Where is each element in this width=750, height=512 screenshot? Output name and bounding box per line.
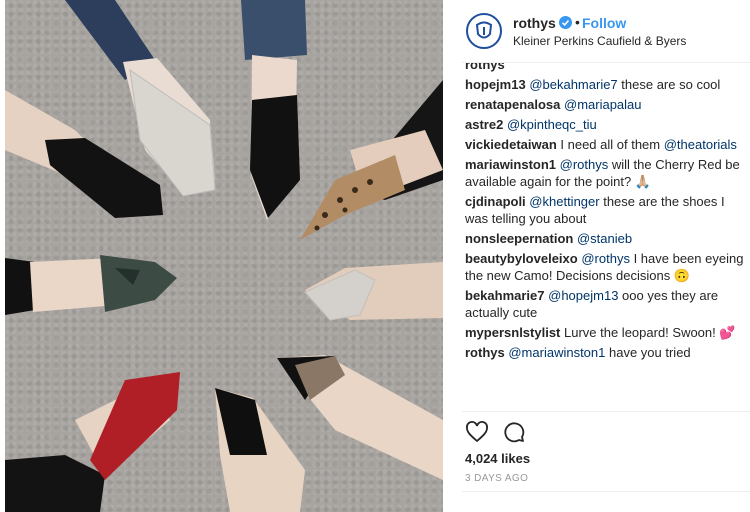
comment: beautybyloveleixo @rothys I have been ey… [465,250,745,284]
username-link[interactable]: rothys [513,15,556,31]
comment-text: these are so cool [617,77,721,92]
comment-username[interactable]: mypersnlstylist [465,325,560,340]
comment-mention[interactable]: @bekahmarie7 [529,77,617,92]
comment: nonsleepernation @stanieb [465,230,745,247]
comment: mariawinston1 @rothys will the Cherry Re… [465,156,745,190]
comment-username[interactable]: rothys [465,345,505,360]
divider [462,491,750,492]
separator-dot: • [575,14,580,30]
comment-mention[interactable]: @mariapalau [564,97,642,112]
profile-avatar[interactable] [466,13,502,49]
comment-username[interactable]: beautybyloveleixo [465,251,578,266]
comment: bekahmarie7 @hopejm13 ooo yes they are a… [465,287,745,321]
comment-username[interactable]: nonsleepernation [465,231,573,246]
comment-username[interactable]: rothys [465,63,505,72]
comment: hopejm13 @bekahmarie7 these are so cool [465,76,745,93]
comment: vickiedetaiwan I need all of them @theat… [465,136,745,153]
comment-mention[interactable]: @rothys [560,157,609,172]
comment-username[interactable]: cjdinapoli [465,194,526,209]
comment: astre2 @kpintheqc_tiu [465,116,745,133]
comment-username[interactable]: mariawinston1 [465,157,556,172]
comment-username[interactable]: bekahmarie7 [465,288,545,303]
comment-mention[interactable]: @khettinger [529,194,599,209]
comment-text: Lurve the leopard! Swoon! 💕 [560,325,736,340]
post-timestamp[interactable]: 3 DAYS AGO [465,473,528,484]
comment: rothys [465,63,745,73]
post-actions [465,420,545,444]
post-header: rothys • Follow Kleiner Perkins Caufield… [452,0,750,62]
comment-username[interactable]: vickiedetaiwan [465,137,557,152]
post-side-panel: rothys • Follow Kleiner Perkins Caufield… [452,0,750,512]
comments-list[interactable]: rothys hopejm13 @bekahmarie7 these are s… [465,63,750,411]
heart-icon[interactable] [465,420,489,444]
comment-text: have you tried [605,345,691,360]
comment-mention[interactable]: @kpintheqc_tiu [507,117,597,132]
comment: renatapenalosa @mariapalau [465,96,745,113]
comment-username[interactable]: renatapenalosa [465,97,560,112]
comment-icon[interactable] [502,420,526,444]
comment: mypersnlstylist Lurve the leopard! Swoon… [465,324,745,341]
comment: cjdinapoli @khettinger these are the sho… [465,193,745,227]
comment-mention[interactable]: @mariawinston1 [508,345,605,360]
likes-count[interactable]: 4,024 likes [465,451,530,466]
shoes-circle-image [5,0,443,512]
comment-mention[interactable]: @rothys [581,251,630,266]
comment-mention[interactable]: @hopejm13 [548,288,618,303]
follow-button[interactable]: Follow [582,15,626,31]
comment-username[interactable]: hopejm13 [465,77,526,92]
comment: rothys @mariawinston1 have you tried [465,344,745,361]
brand-logo-icon [475,21,493,39]
post-photo[interactable] [5,0,443,512]
comment-mention[interactable]: @theatorials [664,137,737,152]
comment-mention[interactable]: @stanieb [577,231,632,246]
comment-username[interactable]: astre2 [465,117,503,132]
divider [462,411,750,412]
location-link[interactable]: Kleiner Perkins Caufield & Byers [513,34,686,48]
comment-text: I need all of them [556,137,664,152]
verified-badge-icon [559,16,572,29]
